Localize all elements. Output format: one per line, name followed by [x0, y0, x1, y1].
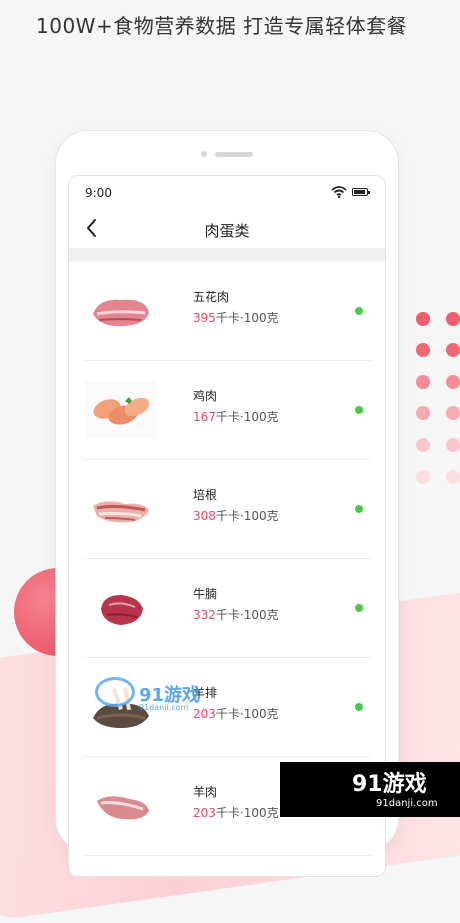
food-calories: 203千卡·100克: [193, 804, 279, 821]
status-dot[interactable]: [355, 406, 363, 414]
food-row[interactable]: 五花肉 395千卡·100克: [83, 262, 371, 361]
calorie-value: 308: [193, 509, 216, 523]
status-dot[interactable]: [355, 307, 363, 315]
food-row[interactable]: 鸡肉 167千卡·100克: [83, 361, 371, 460]
calorie-value: 203: [193, 806, 216, 820]
calorie-value: 332: [193, 608, 216, 622]
food-row[interactable]: 培根 308千卡·100克: [83, 460, 371, 559]
calorie-unit: 千卡·100克: [215, 311, 279, 325]
food-name: 羊肉: [193, 785, 218, 799]
status-time: 9:00: [85, 186, 112, 200]
calorie-value: 167: [193, 410, 216, 424]
status-bar: 9:00: [69, 176, 385, 208]
page-title: 肉蛋类: [204, 222, 250, 240]
phone-mockup: 9:00 肉蛋类 五花肉 395千卡·100克 鸡肉 167千卡·100克 培根…: [56, 131, 398, 877]
chicken-icon: [85, 381, 157, 439]
watermark-corner-site: 91danji.com: [376, 798, 438, 809]
speaker-grille: [215, 152, 253, 157]
calorie-unit: 千卡·100克: [215, 509, 279, 523]
calorie-unit: 千卡·100克: [215, 608, 279, 622]
nav-bar: 肉蛋类: [69, 208, 385, 248]
calorie-unit: 千卡·100克: [215, 410, 279, 424]
section-divider: [69, 248, 385, 262]
watermark-corner: 91游戏 91danji.com: [280, 762, 460, 817]
food-name: 五花肉: [193, 290, 230, 304]
food-calories: 332千卡·100克: [193, 606, 279, 623]
lamb-icon: [85, 777, 157, 835]
bacon-icon: [85, 480, 157, 538]
watermark-site: 91danji.com: [139, 703, 189, 712]
beef-brisket-icon: [85, 579, 157, 637]
calorie-value: 203: [193, 707, 216, 721]
battery-icon: [352, 188, 370, 196]
food-name: 培根: [193, 488, 218, 502]
food-calories: 395千卡·100克: [193, 309, 279, 326]
food-calories: 203千卡·100克: [193, 705, 279, 722]
status-dot[interactable]: [355, 604, 363, 612]
calorie-value: 395: [193, 311, 216, 325]
status-dot[interactable]: [355, 505, 363, 513]
watermark-corner-text: 91游戏: [352, 772, 427, 797]
calorie-unit: 千卡·100克: [215, 806, 279, 820]
food-name: 鸡肉: [193, 389, 218, 403]
watermark-logo-icon: [95, 677, 135, 707]
calorie-unit: 千卡·100克: [215, 707, 279, 721]
status-dot[interactable]: [355, 703, 363, 711]
food-calories: 167千卡·100克: [193, 408, 279, 425]
food-row[interactable]: 羊排 203千卡·100克: [83, 658, 371, 757]
food-row[interactable]: 牛腩 332千卡·100克: [83, 559, 371, 658]
food-name: 牛腩: [193, 587, 218, 601]
food-calories: 308千卡·100克: [193, 507, 279, 524]
wifi-icon: [331, 186, 347, 198]
camera-dot: [201, 151, 207, 157]
headline: 100W+食物营养数据 打造专属轻体套餐: [36, 14, 408, 38]
pork-belly-icon: [85, 282, 157, 340]
